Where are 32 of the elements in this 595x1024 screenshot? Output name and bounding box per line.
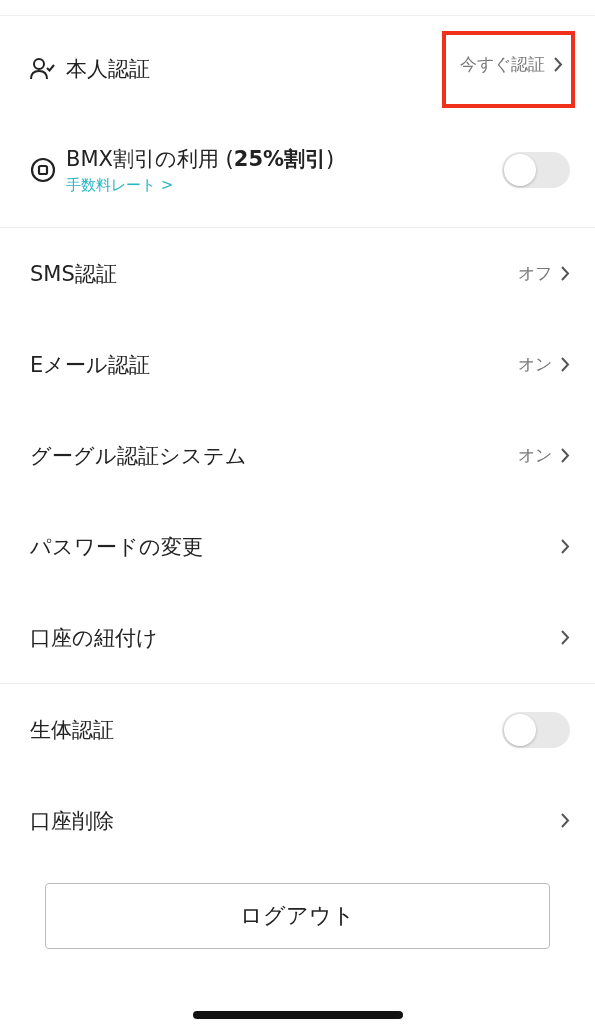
- row-label: 生体認証: [30, 716, 114, 744]
- row-label: パスワードの変更: [30, 533, 203, 561]
- chevron-right-icon: [560, 629, 570, 646]
- chevron-right-icon: [553, 55, 563, 73]
- row-label: Eメール認証: [30, 351, 151, 379]
- status-value: オン: [518, 353, 552, 376]
- row-label: グーグル認証システム: [30, 442, 247, 470]
- row-label: 口座の紐付け: [30, 624, 158, 652]
- settings-row[interactable]: 本人認証 今すぐ認証: [30, 21, 570, 117]
- row-label: 口座削除: [30, 807, 114, 835]
- chevron-right-icon: [560, 356, 570, 373]
- row-label: BMX割引の利用 (25%割引): [66, 146, 335, 173]
- settings-row[interactable]: SMS認証 オフ: [30, 228, 570, 319]
- coin-icon: [30, 157, 56, 183]
- toggle-switch[interactable]: [502, 152, 570, 188]
- toggle-switch[interactable]: [502, 711, 570, 748]
- settings-row[interactable]: Eメール認証 オン: [30, 319, 570, 410]
- status-value: オフ: [518, 262, 552, 285]
- row-label: 本人認証: [66, 56, 150, 83]
- row-label: SMS認証: [30, 260, 117, 288]
- person-check-icon: [30, 57, 56, 81]
- settings-row[interactable]: 口座削除: [30, 775, 570, 866]
- settings-row[interactable]: 口座の紐付け: [30, 592, 570, 683]
- settings-row[interactable]: グーグル認証システム オン: [30, 410, 570, 501]
- logout-button[interactable]: ログアウト: [45, 883, 550, 949]
- settings-row[interactable]: パスワードの変更: [30, 501, 570, 592]
- chevron-right-icon: [560, 538, 570, 555]
- chevron-right-icon: [560, 447, 570, 464]
- chevron-right-icon: [560, 265, 570, 282]
- status-value: オン: [518, 444, 552, 467]
- chevron-right-icon: [560, 812, 570, 829]
- status-value: 今すぐ認証: [460, 52, 545, 76]
